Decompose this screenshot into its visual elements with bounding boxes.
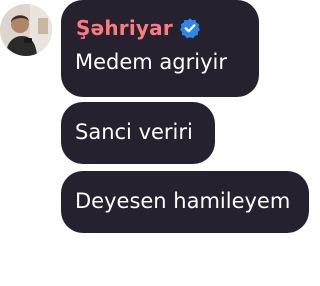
message-text: Medem agriyir <box>75 50 227 74</box>
avatar[interactable] <box>0 4 52 56</box>
message-bubble[interactable]: Sanci veriri <box>61 102 215 164</box>
message-text: Deyesen hamileyem <box>75 189 291 213</box>
verified-badge-icon <box>179 18 200 39</box>
avatar-photo <box>0 4 52 56</box>
message-bubble[interactable]: Deyesen hamileyem <box>61 171 309 233</box>
message-bubble[interactable]: Şəhriyar Medem agriyir <box>61 0 259 97</box>
chat-thread: Şəhriyar Medem agriyir Sanci veriri Deye… <box>0 0 320 286</box>
sender-name[interactable]: Şəhriyar <box>76 16 173 40</box>
message-sender: Şəhriyar <box>76 16 201 40</box>
message-text: Sanci veriri <box>75 120 193 144</box>
